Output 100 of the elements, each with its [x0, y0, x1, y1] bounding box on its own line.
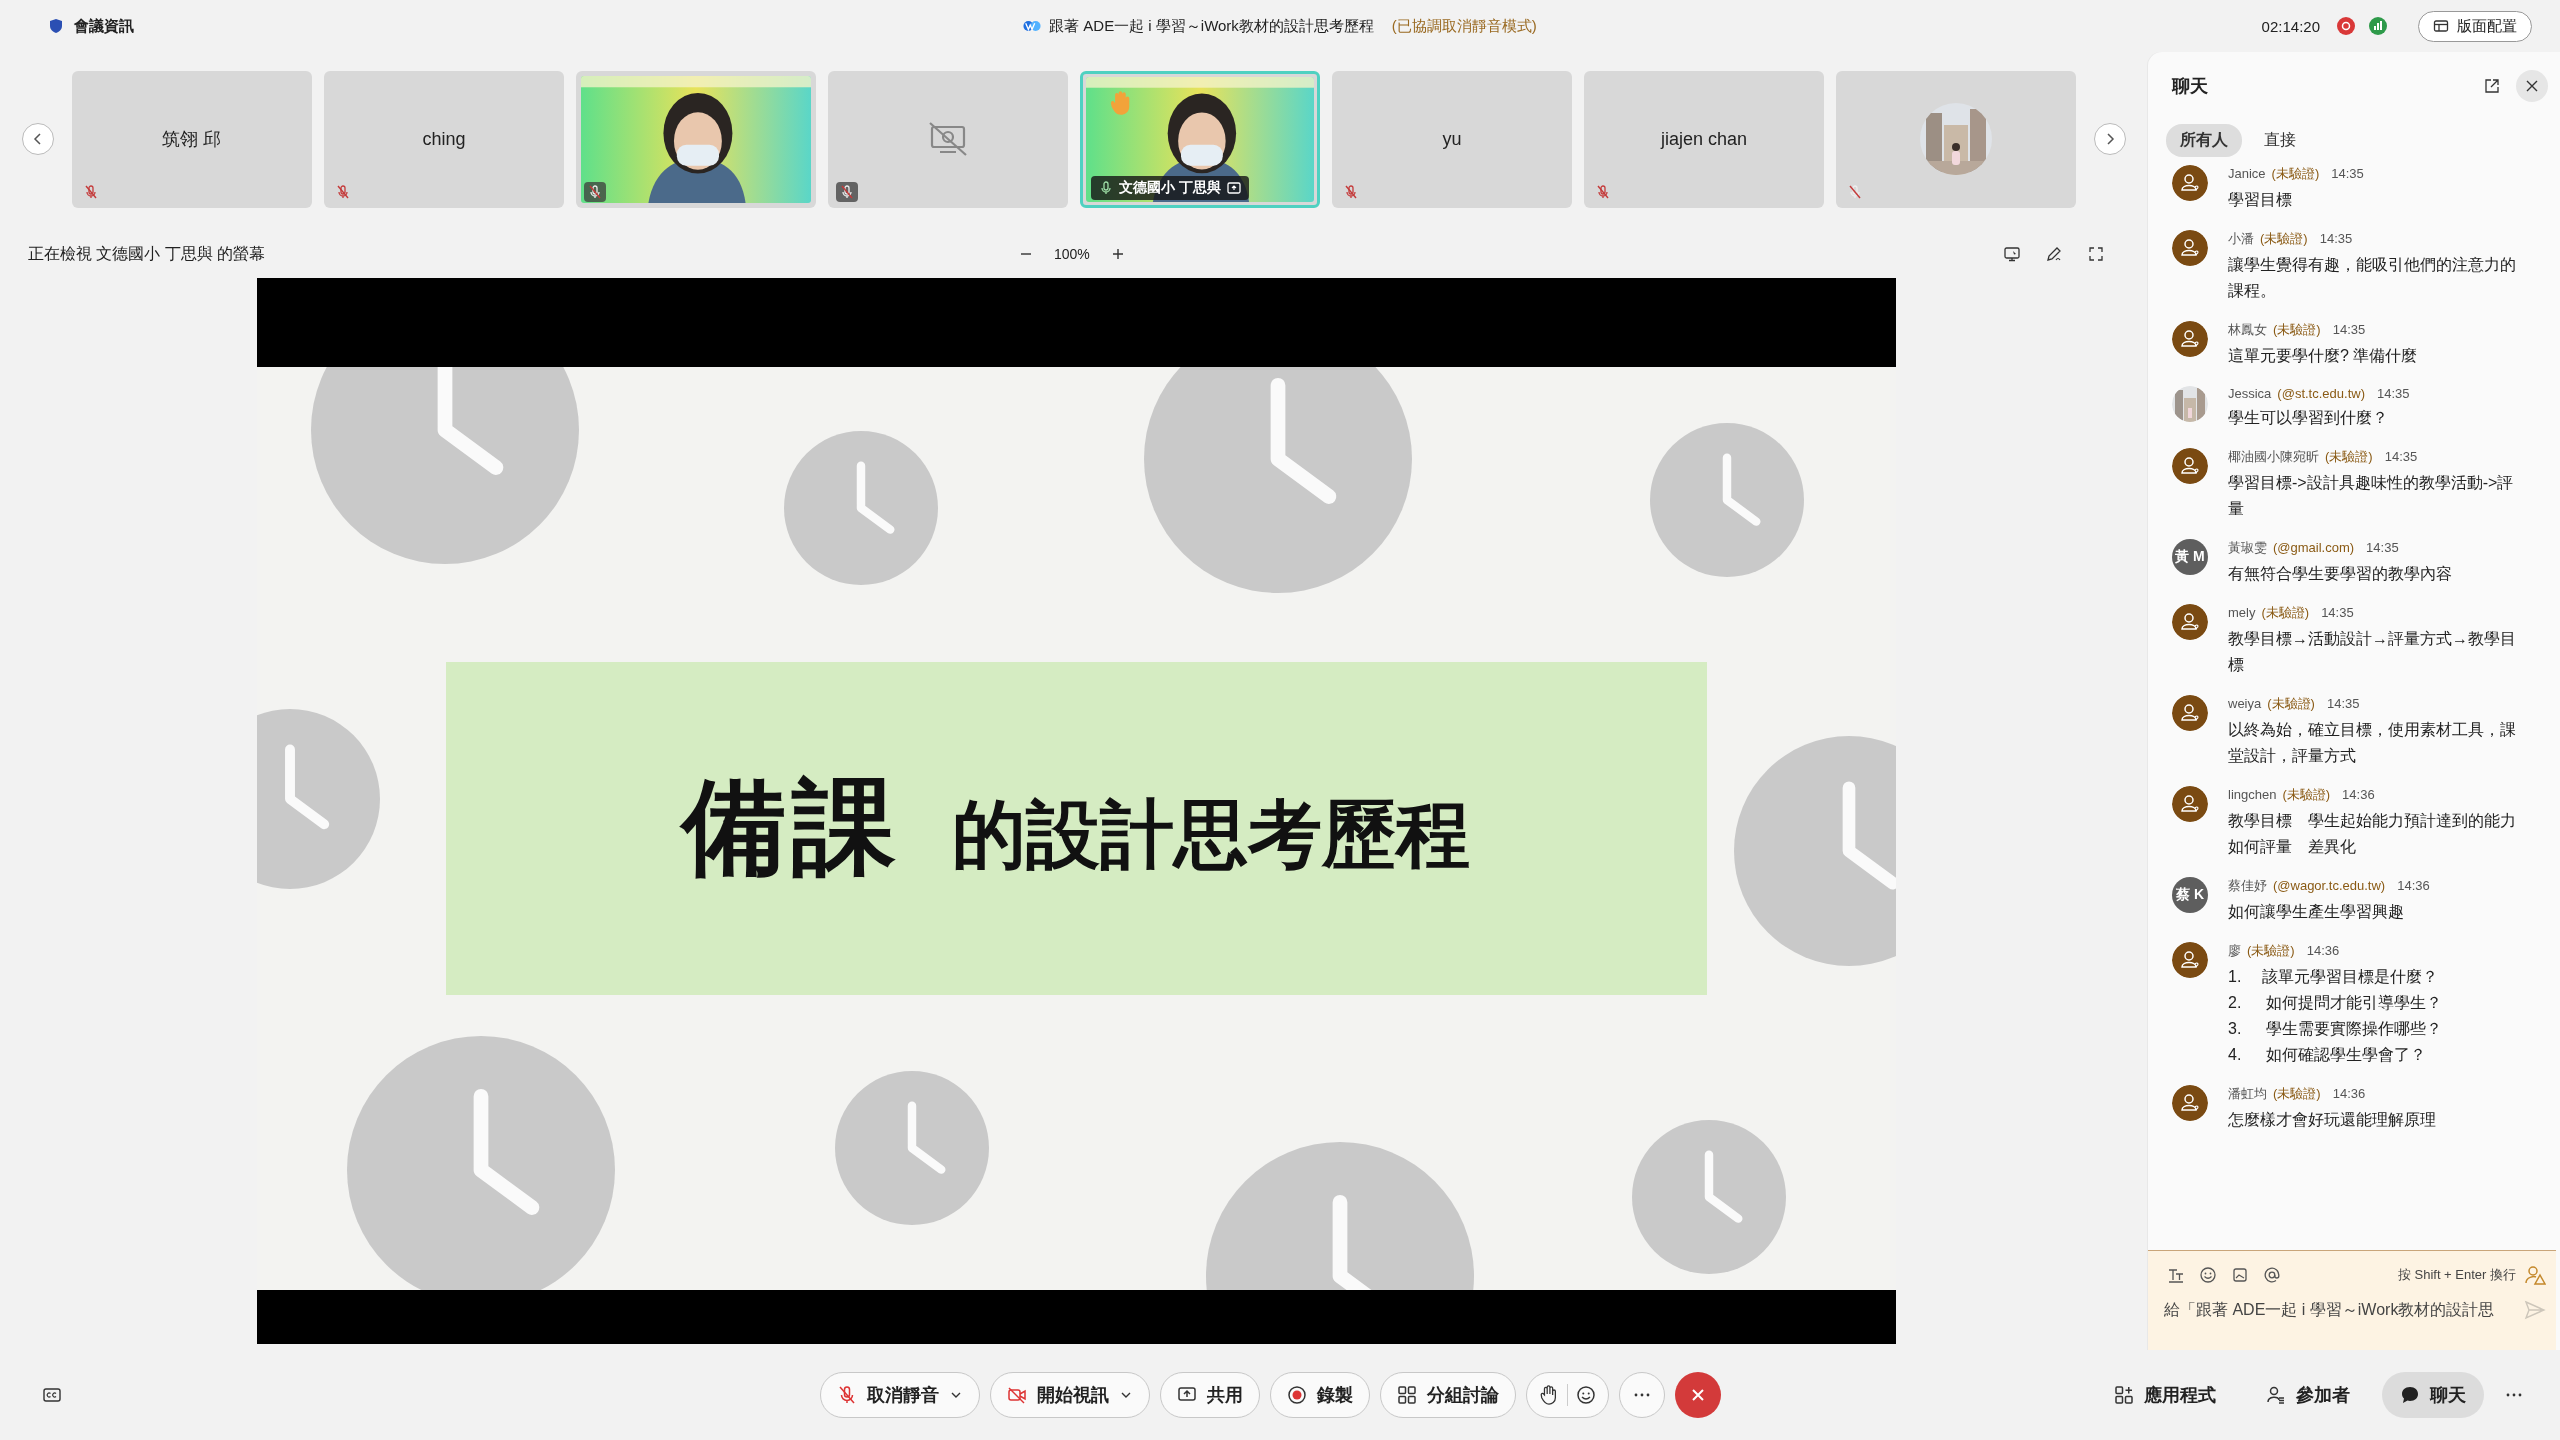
plus-icon [1110, 247, 1125, 261]
message-time: 14:36 [2306, 943, 2340, 958]
message-text: 4. 如何確認學生學會了？ [2228, 1045, 2428, 1065]
sender-name: 林鳳女 [2228, 321, 2267, 339]
layout-button[interactable]: 版面配置 [2418, 10, 2532, 42]
participant-tile[interactable] [828, 70, 1068, 208]
sender-name: 小潘 [2228, 230, 2254, 248]
toolbar-button[interactable]: 取消靜音 [820, 1372, 980, 1418]
sender-tag: (@gmail.com) [2273, 540, 2355, 555]
message-time: 14:35 [2384, 449, 2418, 464]
signal-strength-icon [2368, 16, 2388, 36]
participant-name: 文德國小 丁思與 [1119, 178, 1221, 197]
sender-name: 椰油國小陳宛昕 [2228, 448, 2319, 466]
sender-tag: (未驗證) [2282, 786, 2331, 804]
sender-tag: (未驗證) [2260, 230, 2308, 248]
panel-button[interactable]: 應用程式 [2096, 1372, 2234, 1418]
leave-meeting-button[interactable] [1675, 1372, 1721, 1418]
send-icon [2524, 1299, 2546, 1321]
message-text: 怎麼樣才會好玩還能理解原理 [2228, 1110, 2437, 1130]
chat-tab[interactable]: 直接 [2250, 124, 2310, 157]
message-text: 2. 如何提問才能引導學生？ [2228, 993, 2444, 1013]
meeting-timer: 02:14:20 [2261, 17, 2320, 35]
layout-icon [2433, 18, 2449, 34]
text-format-icon [2167, 1266, 2185, 1284]
shield-icon [48, 18, 64, 34]
message-time: 14:35 [2376, 386, 2410, 401]
sender-tag: (@wagor.tc.edu.tw) [2273, 878, 2386, 893]
message-time: 14:35 [2326, 696, 2360, 711]
message-text: 3. 學生需要實際操作哪些？ [2228, 1019, 2444, 1039]
user-avatar-icon [2172, 230, 2208, 266]
at-sign-icon [2263, 1266, 2281, 1284]
screen-share-icon [1226, 180, 1241, 195]
zoom-level: 100% [1054, 246, 1090, 262]
user-avatar-icon [2172, 942, 2208, 978]
viewing-caption: 正在檢視 文德國小 丁思與 的螢幕 [28, 243, 266, 264]
message-text: 學習目標 [2228, 190, 2293, 210]
message-text: 讓學生覺得有趣，能吸引他們的注意力的課程。 [2228, 255, 2517, 301]
message-text: 學生可以學習到什麼？ [2228, 408, 2389, 428]
toolbar-button[interactable]: 開始視訊 [990, 1372, 1150, 1418]
message-input[interactable]: 給「跟著 ADE一起 i 學習～iWork教材的設計思 [2160, 1297, 2518, 1323]
record-icon [1287, 1385, 1307, 1405]
user-avatar-icon [2172, 786, 2208, 822]
sender-tag: (未驗證) [2247, 942, 2295, 960]
chat-tab[interactable]: 所有人 [2166, 124, 2242, 157]
more-icon [1633, 1392, 1651, 1398]
participant-name: yu [1442, 128, 1462, 150]
next-page-button[interactable] [2094, 123, 2126, 155]
video-off-icon [1007, 1385, 1027, 1405]
pen-icon [2045, 245, 2063, 263]
recording-indicator-icon [2336, 16, 2356, 36]
close-button[interactable] [2516, 70, 2548, 102]
monitor-icon [2003, 245, 2021, 263]
sender-name: 蔡佳妤 [2228, 877, 2267, 895]
user-avatar: 黃 M [2172, 539, 2208, 575]
muted-microphone-icon [837, 1385, 857, 1405]
participant-tile[interactable]: yu [1332, 70, 1572, 208]
sender-tag: (未驗證) [2273, 321, 2321, 339]
sender-name: lingchen [2228, 787, 2277, 802]
participant-tile[interactable]: 筑翎 邱 [72, 70, 312, 208]
sender-tag: (未驗證) [2267, 695, 2315, 713]
more-icon [2505, 1392, 2523, 1398]
meeting-info-link[interactable]: 會議資訊 [74, 16, 134, 36]
previous-page-button[interactable] [22, 123, 54, 155]
toolbar-button[interactable]: 分組討論 [1380, 1372, 1516, 1418]
participant-name: jiajen chan [1660, 128, 1748, 150]
person-list-icon [2266, 1385, 2286, 1405]
sender-name: mely [2228, 605, 2256, 620]
user-avatar: 蔡 K [2172, 877, 2208, 913]
toolbar-button[interactable]: 共用 [1160, 1372, 1260, 1418]
smiley-icon [1576, 1385, 1596, 1405]
message-time: 14:35 [2366, 540, 2399, 555]
message-time: 14:35 [2331, 166, 2364, 181]
panel-button[interactable]: 參加者 [2248, 1372, 2368, 1418]
participant-tile[interactable]: jiajen chan [1584, 70, 1824, 208]
message-time: 14:36 [2342, 787, 2375, 802]
panel-button[interactable]: 聊天 [2382, 1372, 2484, 1418]
participant-tile[interactable] [1836, 70, 2076, 208]
image-icon [2231, 1266, 2249, 1284]
message-text: 教學目標→活動設計→評量方式→教學目標 [2228, 629, 2517, 675]
sender-tag: (未驗證) [2273, 1085, 2321, 1103]
participant-tile[interactable]: ching [324, 70, 564, 208]
sender-tag: (@st.tc.edu.tw) [2277, 386, 2365, 401]
smiley-icon [2199, 1266, 2217, 1284]
toolbar-button[interactable]: 錄製 [1270, 1372, 1370, 1418]
message-time: 14:36 [2332, 1086, 2366, 1101]
user-avatar-icon [2172, 321, 2208, 357]
sender-name: Janice [2228, 166, 2266, 181]
sender-name: Jessica [2228, 386, 2272, 401]
user-avatar-icon [2172, 448, 2208, 484]
close-icon [2525, 79, 2539, 93]
message-time: 14:35 [2321, 605, 2354, 620]
hand-icon [1539, 1385, 1559, 1405]
slide-subtitle: 的設計思考歷程 [952, 791, 1470, 878]
participant-name: ching [422, 128, 466, 150]
captions-icon [42, 1385, 62, 1405]
message-text: 1. 該單元學習目標是什麼？ [2228, 967, 2439, 987]
participant-tile[interactable]: 文德國小 丁思與 [1080, 70, 1320, 208]
sender-name: 潘虹均 [2228, 1085, 2267, 1103]
message-time: 14:35 [2319, 231, 2353, 246]
grid-icon [1397, 1385, 1417, 1405]
